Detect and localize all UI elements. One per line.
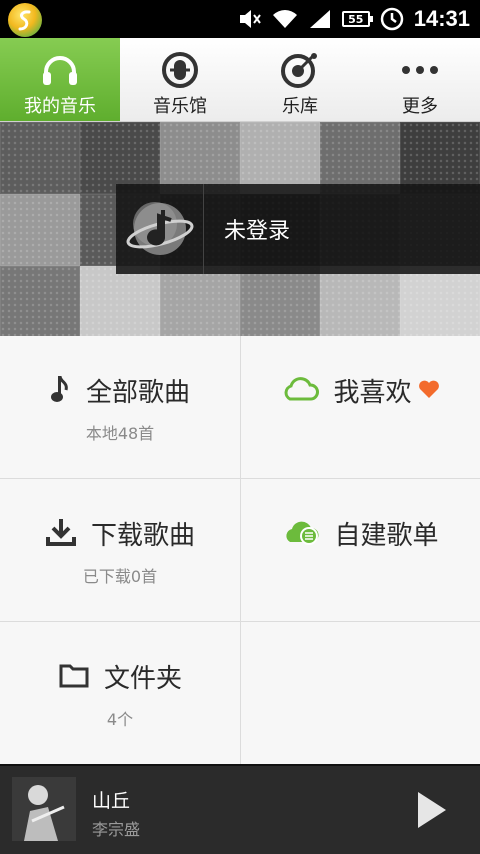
status-icons: 55 14:31 — [238, 0, 470, 38]
heart-icon — [418, 379, 440, 403]
music-hall-icon — [161, 50, 199, 90]
play-icon[interactable] — [414, 790, 450, 830]
login-panel[interactable]: 未登录 — [116, 184, 480, 274]
favorites-title: 我喜欢 — [333, 378, 412, 408]
folder-icon — [58, 661, 90, 693]
login-status: 未登录 — [224, 219, 291, 244]
empty-cell — [240, 622, 480, 765]
album-cover[interactable] — [12, 777, 76, 841]
folders-button[interactable]: 文件夹 4个 — [0, 622, 240, 765]
wifi-icon — [272, 8, 298, 30]
downloads-title: 下载歌曲 — [90, 521, 195, 551]
music-planet-icon — [116, 184, 204, 274]
tab-label: 乐库 — [282, 96, 318, 117]
clock: 14:31 — [413, 6, 470, 31]
battery-icon: 55 — [341, 11, 373, 27]
alarm-icon — [380, 7, 404, 31]
mute-icon — [238, 8, 262, 30]
tab-more[interactable]: 更多 — [360, 38, 480, 121]
tab-music-hall[interactable]: 音乐馆 — [120, 38, 240, 121]
headphones-icon — [40, 50, 80, 90]
profile-banner: 未登录 — [0, 122, 480, 336]
download-icon — [45, 517, 77, 551]
tab-library[interactable]: 乐库 — [240, 38, 360, 121]
song-title: 山丘 — [92, 790, 131, 812]
main-tab-bar: 我的音乐 音乐馆 乐库 更多 — [0, 38, 480, 122]
playlists-title: 自建歌单 — [334, 521, 439, 551]
my-music-menu: 全部歌曲 本地48首 我喜欢 下载歌曲 已下载0首 自建歌单 文件夹 4个 — [0, 336, 480, 765]
library-icon — [280, 50, 320, 90]
mini-player[interactable]: 山丘 李宗盛 — [0, 764, 480, 854]
status-bar: 55 14:31 — [0, 0, 480, 38]
playlists-button[interactable]: 自建歌单 — [240, 479, 480, 622]
folders-count: 4个 — [106, 710, 134, 729]
folders-title: 文件夹 — [103, 664, 182, 694]
favorites-button[interactable]: 我喜欢 — [240, 336, 480, 479]
cloud-icon — [281, 376, 320, 406]
tab-label: 音乐馆 — [153, 96, 207, 117]
all-songs-button[interactable]: 全部歌曲 本地48首 — [0, 336, 240, 479]
all-songs-title: 全部歌曲 — [85, 378, 190, 408]
app-logo-icon — [8, 3, 42, 37]
all-songs-count: 本地48首 — [85, 424, 155, 443]
more-icon — [400, 50, 440, 90]
tab-my-music[interactable]: 我的音乐 — [0, 38, 120, 121]
tab-label: 更多 — [402, 96, 438, 117]
cloud-list-icon — [282, 518, 320, 550]
signal-icon — [308, 8, 332, 30]
tab-label: 我的音乐 — [24, 96, 96, 117]
downloads-button[interactable]: 下载歌曲 已下载0首 — [0, 479, 240, 622]
song-artist: 李宗盛 — [92, 820, 141, 839]
music-note-icon — [50, 374, 72, 408]
downloads-count: 已下载0首 — [82, 567, 158, 586]
